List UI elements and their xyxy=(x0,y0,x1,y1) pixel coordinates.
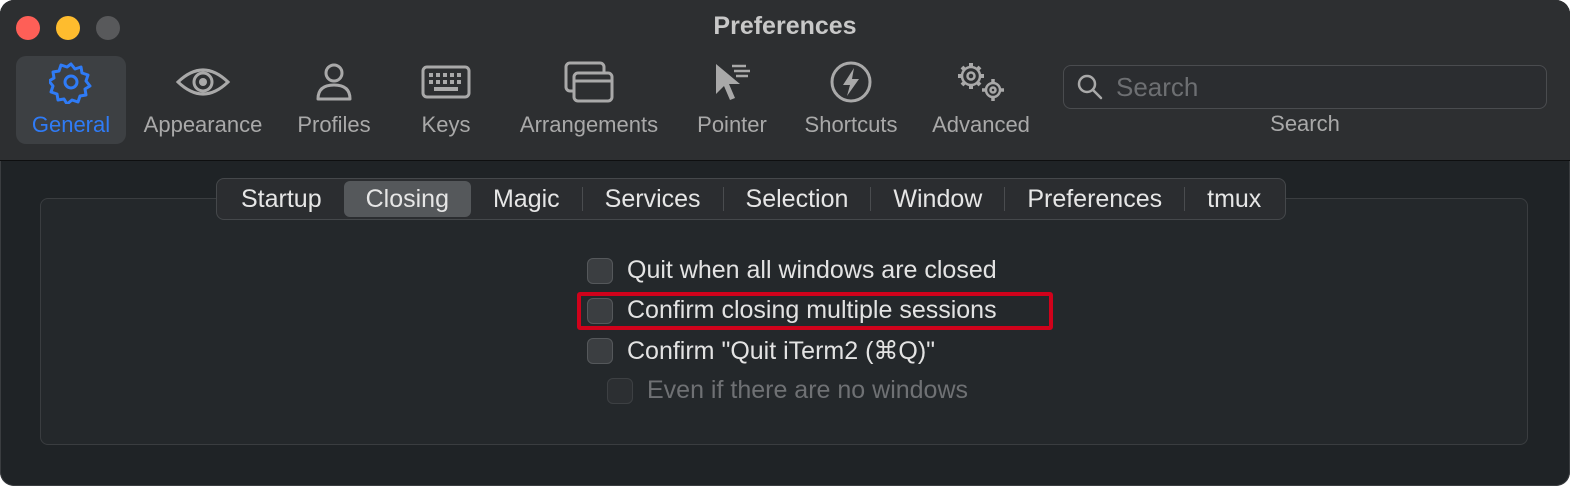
toolbar-advanced[interactable]: Advanced xyxy=(926,56,1036,144)
search-input[interactable] xyxy=(1114,70,1518,104)
toolbar-label: Appearance xyxy=(143,112,263,137)
pointer-icon xyxy=(710,56,754,108)
tab-startup[interactable]: Startup xyxy=(219,181,344,217)
window-title: Preferences xyxy=(713,12,857,40)
toolbar-profiles[interactable]: Profiles xyxy=(288,56,380,144)
toolbar-pointer[interactable]: Pointer xyxy=(690,56,774,144)
gear-icon xyxy=(49,56,93,108)
option-quit-when-all-closed[interactable]: Quit when all windows are closed xyxy=(587,256,997,285)
search-field[interactable] xyxy=(1063,65,1547,109)
quit-when-all-closed-checkbox[interactable] xyxy=(587,257,613,284)
tab-services[interactable]: Services xyxy=(583,181,723,217)
keyboard-icon xyxy=(421,56,471,108)
tab-bar: Startup Closing Magic Services Selection… xyxy=(216,178,1287,220)
title-bar: Preferences General Appearance Profiles … xyxy=(0,0,1570,161)
toolbar-label: Profiles xyxy=(297,112,371,137)
toolbar-appearance[interactable]: Appearance xyxy=(136,56,270,144)
toolbar-general[interactable]: General xyxy=(16,56,126,144)
toolbar-shortcuts[interactable]: Shortcuts xyxy=(796,56,906,144)
lightning-icon xyxy=(829,56,873,108)
toolbar-keys[interactable]: Keys xyxy=(406,56,486,144)
tab-magic[interactable]: Magic xyxy=(471,181,582,217)
tab-closing[interactable]: Closing xyxy=(343,181,471,217)
eye-icon xyxy=(175,56,231,108)
option-label: Even if there are no windows xyxy=(647,376,969,404)
toolbar-label: Advanced xyxy=(932,112,1030,137)
toolbar-label: Keys xyxy=(421,112,471,137)
search-icon xyxy=(1076,73,1104,101)
search-label: Search xyxy=(1270,111,1340,136)
tab-selection[interactable]: Selection xyxy=(724,181,871,217)
tab-window[interactable]: Window xyxy=(871,181,1004,217)
confirm-quit-checkbox[interactable] xyxy=(587,338,613,364)
preferences-window: Preferences General Appearance Profiles … xyxy=(0,0,1570,486)
toolbar-label: Shortcuts xyxy=(804,112,898,137)
option-even-if-no-windows: Even if there are no windows xyxy=(607,376,968,405)
person-icon xyxy=(314,56,354,108)
toolbar-arrangements[interactable]: Arrangements xyxy=(512,56,666,144)
option-confirm-quit[interactable]: Confirm "Quit iTerm2 (⌘Q)" xyxy=(587,336,935,366)
toolbar-label: Pointer xyxy=(697,112,767,137)
toolbar-label: Arrangements xyxy=(519,112,659,137)
highlight-annotation-box xyxy=(577,292,1053,330)
gears-icon xyxy=(953,56,1009,108)
windows-icon xyxy=(564,56,614,108)
toolbar-label: General xyxy=(31,112,111,137)
tab-tmux[interactable]: tmux xyxy=(1185,181,1283,217)
option-label: Quit when all windows are closed xyxy=(627,256,997,284)
option-label: Confirm "Quit iTerm2 (⌘Q)" xyxy=(627,337,936,365)
even-if-no-windows-checkbox xyxy=(607,377,633,404)
tab-preferences[interactable]: Preferences xyxy=(1005,181,1184,217)
